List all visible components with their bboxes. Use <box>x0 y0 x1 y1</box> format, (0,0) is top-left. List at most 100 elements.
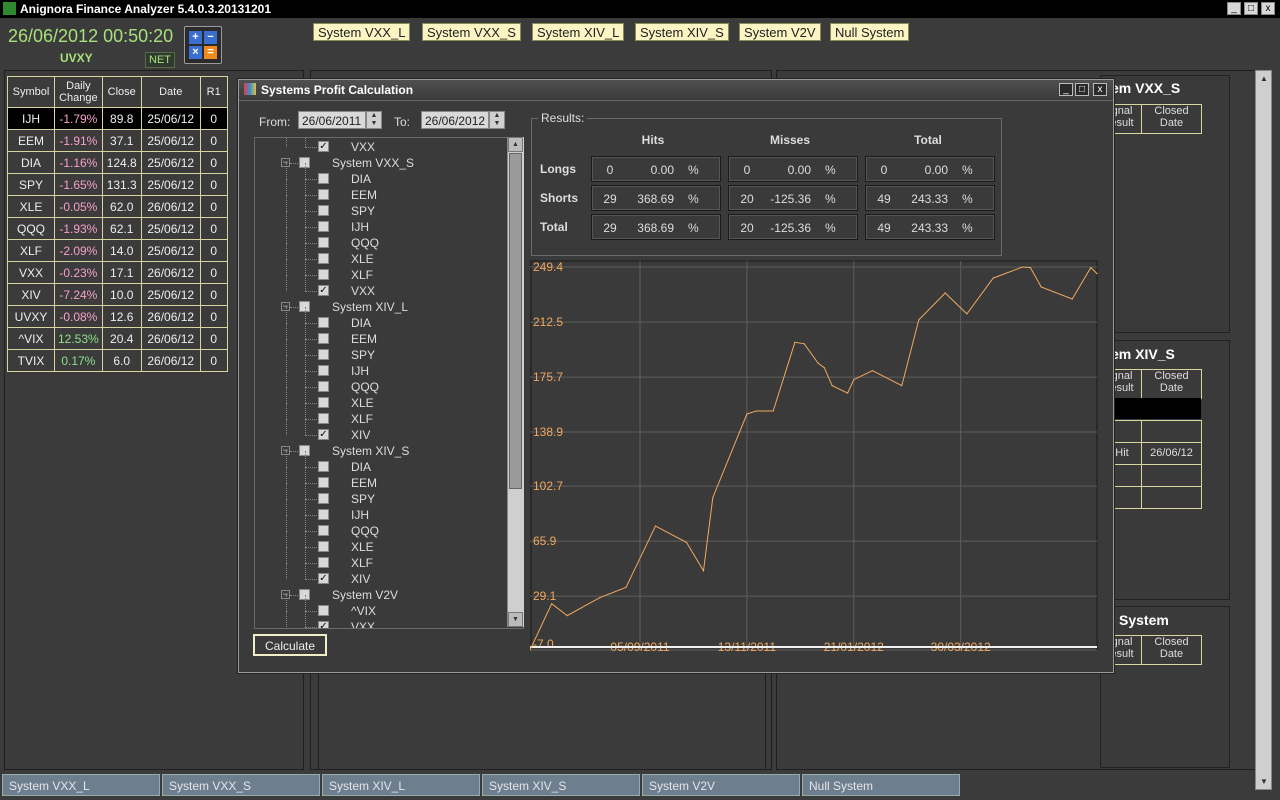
quote-row[interactable]: XIV -7.24% 10.0 25/06/12 0 <box>7 283 228 306</box>
tree-leaf-checkbox[interactable]: ✓ <box>318 285 329 296</box>
tree-leaf-label[interactable]: XLE <box>351 540 374 554</box>
tree-leaf-label[interactable]: EEM <box>351 476 377 490</box>
system-button-vxx-s[interactable]: System VXX_S <box>422 23 521 41</box>
tree-scroll-thumb[interactable] <box>509 153 522 489</box>
tree-leaf-label[interactable]: SPY <box>351 204 375 218</box>
tree-leaf-checkbox[interactable] <box>318 317 329 328</box>
tree-leaf-label[interactable]: XLF <box>351 412 373 426</box>
bottom-tab-vxx-l[interactable]: System VXX_L <box>2 774 160 796</box>
tree-leaf-checkbox[interactable] <box>318 525 329 536</box>
tree-leaf-checkbox[interactable] <box>318 541 329 552</box>
tree-leaf-label[interactable]: DIA <box>351 172 371 186</box>
system-button-vxx-l[interactable]: System VXX_L <box>313 23 411 41</box>
calculate-button[interactable]: Calculate <box>253 634 327 656</box>
to-date-spinner[interactable]: ▲ ▼ <box>489 111 505 129</box>
systems-tree[interactable]: ✓ VXX − System VXX_S DIA EEM SPY IJH QQQ XLE XLF ✓ V… <box>254 137 524 629</box>
tree-leaf-label[interactable]: QQQ <box>351 380 379 394</box>
tree-leaf-checkbox[interactable]: ✓ <box>318 573 329 584</box>
tree-leaf-label[interactable]: SPY <box>351 492 375 506</box>
col-r1[interactable]: R1 <box>199 76 228 108</box>
tree-leaf-checkbox[interactable] <box>318 413 329 424</box>
tree-leaf-label[interactable]: SPY <box>351 348 375 362</box>
tree-leaf-checkbox[interactable] <box>318 477 329 488</box>
quote-row[interactable]: ^VIX 12.53% 20.4 26/06/12 0 <box>7 327 228 350</box>
tree-leaf-checkbox[interactable] <box>318 333 329 344</box>
dialog-minimize-button[interactable]: _ <box>1059 83 1073 96</box>
dialog-close-button[interactable]: x <box>1093 83 1107 96</box>
tree-leaf-label[interactable]: XIV <box>351 428 370 442</box>
from-date-input[interactable]: 26/06/2011 <box>298 111 366 129</box>
dialog-titlebar[interactable]: Systems Profit Calculation _ □ x <box>239 80 1113 101</box>
tree-leaf-checkbox[interactable] <box>318 221 329 232</box>
quote-row[interactable]: IJH -1.79% 89.8 25/06/12 0 <box>7 107 228 130</box>
tree-leaf-label[interactable]: ^VIX <box>351 604 376 618</box>
system-button-xiv-s[interactable]: System XIV_S <box>635 23 729 41</box>
col-close[interactable]: Close <box>101 76 142 108</box>
quote-row[interactable]: DIA -1.16% 124.8 25/06/12 0 <box>7 151 228 174</box>
quote-row[interactable]: XLF -2.09% 14.0 25/06/12 0 <box>7 239 228 262</box>
tree-leaf-label[interactable]: EEM <box>351 332 377 346</box>
close-button[interactable]: x <box>1261 2 1275 15</box>
minimize-button[interactable]: _ <box>1227 2 1241 15</box>
quote-row[interactable]: VXX -0.23% 17.1 26/06/12 0 <box>7 261 228 284</box>
tree-leaf-checkbox[interactable]: ✓ <box>318 429 329 440</box>
system-button-null[interactable]: Null System <box>830 23 910 41</box>
tree-leaf-label[interactable]: XLF <box>351 268 373 282</box>
tree-leaf-checkbox[interactable] <box>318 509 329 520</box>
tree-leaf-label[interactable]: XLF <box>351 556 373 570</box>
quote-row[interactable]: UVXY -0.08% 12.6 26/06/12 0 <box>7 305 228 328</box>
tree-leaf-checkbox[interactable] <box>318 461 329 472</box>
tree-leaf-checkbox[interactable] <box>318 189 329 200</box>
tree-leaf-label[interactable]: VXX <box>351 284 375 298</box>
tree-leaf-checkbox[interactable] <box>318 381 329 392</box>
tree-leaf-label[interactable]: IJH <box>351 220 369 234</box>
dialog-maximize-button[interactable]: □ <box>1075 83 1089 96</box>
tree-leaf-label[interactable]: VXX <box>351 620 375 628</box>
tree-leaf-checkbox[interactable] <box>318 397 329 408</box>
quote-row[interactable]: EEM -1.91% 37.1 25/06/12 0 <box>7 129 228 152</box>
tree-leaf-label[interactable]: XLE <box>351 252 374 266</box>
system-button-v2v[interactable]: System V2V <box>739 23 821 41</box>
quote-row[interactable]: TVIX 0.17% 6.0 26/06/12 0 <box>7 349 228 372</box>
tree-leaf-checkbox[interactable] <box>318 349 329 360</box>
selected-row[interactable] <box>1102 398 1201 419</box>
tree-leaf-checkbox[interactable] <box>318 173 329 184</box>
calculator-icon[interactable]: + − × = <box>184 26 222 64</box>
tree-leaf-label[interactable]: XIV <box>351 572 370 586</box>
tree-group-label[interactable]: System XIV_L <box>332 300 408 314</box>
tree-leaf-label[interactable]: EEM <box>351 188 377 202</box>
col-daily-change[interactable]: Daily Change <box>54 76 103 108</box>
tree-leaf-checkbox[interactable] <box>318 237 329 248</box>
tree-leaf-checkbox[interactable] <box>318 253 329 264</box>
main-vertical-scrollbar[interactable]: ▲ ▼ <box>1255 70 1272 790</box>
bottom-tab-vxx-s[interactable]: System VXX_S <box>162 774 320 796</box>
tree-leaf-label[interactable]: XLE <box>351 396 374 410</box>
col-date[interactable]: Date <box>140 76 201 108</box>
quote-row[interactable]: SPY -1.65% 131.3 25/06/12 0 <box>7 173 228 196</box>
tree-leaf-checkbox[interactable] <box>318 269 329 280</box>
restore-button[interactable]: □ <box>1244 2 1258 15</box>
tree-leaf-label[interactable]: VXX <box>351 140 375 154</box>
tree-leaf-label[interactable]: QQQ <box>351 236 379 250</box>
from-date-spinner[interactable]: ▲ ▼ <box>366 111 382 129</box>
tree-scrollbar[interactable]: ▲ ▼ <box>507 137 524 627</box>
tree-group-label[interactable]: System V2V <box>332 588 398 602</box>
col-symbol[interactable]: Symbol <box>7 76 55 108</box>
tree-leaf-label[interactable]: DIA <box>351 316 371 330</box>
tree-leaf-label[interactable]: IJH <box>351 508 369 522</box>
tree-group-label[interactable]: System VXX_S <box>332 156 414 170</box>
tree-leaf-label[interactable]: QQQ <box>351 524 379 538</box>
tree-leaf-checkbox[interactable]: ✓ <box>318 621 329 628</box>
tree-leaf-checkbox[interactable]: ✓ <box>318 141 329 152</box>
to-date-input[interactable]: 26/06/2012 <box>421 111 489 129</box>
tree-leaf-checkbox[interactable] <box>318 365 329 376</box>
quote-row[interactable]: XLE -0.05% 62.0 26/06/12 0 <box>7 195 228 218</box>
tree-leaf-label[interactable]: DIA <box>351 460 371 474</box>
net-badge[interactable]: NET <box>145 52 175 68</box>
quote-row[interactable]: QQQ -1.93% 62.1 25/06/12 0 <box>7 217 228 240</box>
system-button-xiv-l[interactable]: System XIV_L <box>532 23 625 41</box>
tree-leaf-label[interactable]: IJH <box>351 364 369 378</box>
tree-leaf-checkbox[interactable] <box>318 605 329 616</box>
bottom-tab-v2v[interactable]: System V2V <box>642 774 800 796</box>
tree-group-label[interactable]: System XIV_S <box>332 444 409 458</box>
